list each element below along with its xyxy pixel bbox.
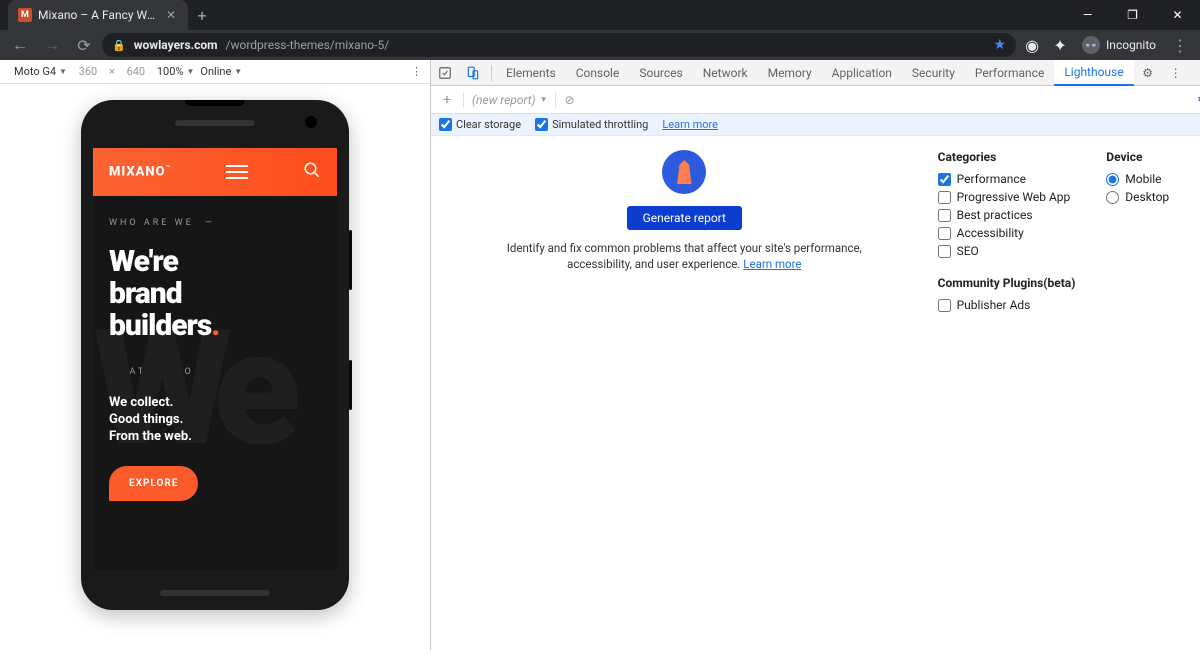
category-accessibility[interactable]: Accessibility: [938, 226, 1071, 240]
headline: We're brand builders.: [109, 246, 321, 341]
tab-sources[interactable]: Sources: [629, 60, 692, 86]
category-performance[interactable]: Performance: [938, 172, 1071, 186]
tab-console[interactable]: Console: [566, 60, 630, 86]
tab-lighthouse[interactable]: Lighthouse: [1054, 60, 1133, 86]
clear-icon[interactable]: ⊘: [564, 93, 574, 107]
lighthouse-logo-icon: [662, 150, 706, 194]
tab-security[interactable]: Security: [902, 60, 965, 86]
device-select[interactable]: Moto G4▼: [14, 65, 67, 78]
minimize-button[interactable]: ―: [1065, 0, 1110, 30]
eyebrow-who: WHO ARE WE —: [109, 218, 321, 228]
maximize-button[interactable]: ❐: [1110, 0, 1155, 30]
zoom-select[interactable]: 100%▼: [157, 65, 195, 78]
plugins-heading: Community Plugins(beta): [938, 276, 1198, 290]
tab-favicon: M: [18, 8, 32, 22]
search-icon[interactable]: [303, 161, 321, 183]
browser-menu-button[interactable]: ⋮: [1166, 31, 1194, 59]
learn-more-link[interactable]: Learn more: [743, 257, 801, 271]
device-toolbar-more[interactable]: ⋮: [411, 65, 422, 78]
subheadline: We collect. Good things. From the web.: [109, 395, 321, 446]
window-controls: ― ❐ ✕: [1065, 0, 1200, 30]
lighthouse-toolbar: + (new report)▼ ⊘ ⚙: [431, 86, 1200, 114]
site-header: MIXANO™: [93, 148, 337, 196]
close-icon[interactable]: ✕: [164, 8, 178, 22]
site-body: We WHO ARE WE — We're brand builders. WH…: [93, 196, 337, 523]
device-viewport-pane: Moto G4▼ 360 × 640 100%▼ Online▼ ⋮ MIXAN…: [0, 60, 430, 650]
dim-x: ×: [109, 65, 115, 78]
browser-titlebar: M Mixano – A Fancy WordPress The ✕ + ― ❐…: [0, 0, 1200, 30]
phone-screen: MIXANO™ We WHO ARE WE — We're brand buil…: [93, 148, 337, 570]
device-height-input[interactable]: 640: [121, 65, 151, 78]
back-button[interactable]: ←: [6, 31, 34, 59]
clear-storage-checkbox[interactable]: Clear storage: [439, 118, 521, 131]
device-mobile[interactable]: Mobile: [1106, 172, 1169, 186]
device-toolbar: Moto G4▼ 360 × 640 100%▼ Online▼ ⋮: [0, 60, 430, 84]
tab-network[interactable]: Network: [693, 60, 758, 86]
devtools-tabs: Elements Console Sources Network Memory …: [431, 60, 1200, 86]
throttle-select[interactable]: Online▼: [200, 65, 242, 78]
lighthouse-description: Identify and fix common problems that af…: [494, 240, 874, 272]
device-desktop[interactable]: Desktop: [1106, 190, 1169, 204]
new-tab-button[interactable]: +: [188, 1, 216, 29]
forward-button[interactable]: →: [38, 31, 66, 59]
incognito-label: Incognito: [1106, 38, 1156, 52]
toggle-device-toolbar-icon[interactable]: [459, 66, 487, 80]
report-select[interactable]: (new report)▼: [472, 93, 547, 107]
browser-tab[interactable]: M Mixano – A Fancy WordPress The ✕: [8, 0, 188, 30]
incognito-indicator: 👓 Incognito: [1082, 36, 1156, 54]
inspect-element-icon[interactable]: [431, 66, 459, 80]
devtools-panel: Elements Console Sources Network Memory …: [430, 60, 1200, 650]
category-pwa[interactable]: Progressive Web App: [938, 190, 1071, 204]
categories-heading: Categories: [938, 150, 1071, 164]
tab-elements[interactable]: Elements: [496, 60, 566, 86]
incognito-icon: 👓: [1082, 36, 1100, 54]
lock-icon: 🔒: [112, 39, 126, 52]
tab-title: Mixano – A Fancy WordPress The: [38, 8, 158, 22]
eyebrow-what: WHAT WE DO —: [109, 367, 321, 377]
url-host: wowlayers.com: [134, 38, 218, 52]
generate-report-button[interactable]: Generate report: [627, 206, 742, 230]
simulated-throttling-checkbox[interactable]: Simulated throttling: [535, 118, 648, 131]
new-report-button[interactable]: +: [439, 92, 455, 108]
url-path: /wordpress-themes/mixano-5/: [226, 38, 390, 52]
tab-performance[interactable]: Performance: [965, 60, 1054, 86]
plugin-publisher-ads[interactable]: Publisher Ads: [938, 298, 1198, 312]
close-window-button[interactable]: ✕: [1155, 0, 1200, 30]
device-area: MIXANO™ We WHO ARE WE — We're brand buil…: [0, 84, 430, 650]
extension-icon[interactable]: ◉: [1020, 33, 1044, 57]
address-bar: ← → ⟳ 🔒 wowlayers.com/wordpress-themes/m…: [0, 30, 1200, 60]
category-seo[interactable]: SEO: [938, 244, 1071, 258]
hamburger-menu-icon[interactable]: [226, 165, 248, 179]
tab-application[interactable]: Application: [822, 60, 902, 86]
tab-memory[interactable]: Memory: [758, 60, 822, 86]
device-heading: Device: [1106, 150, 1169, 164]
options-learn-more-link[interactable]: Learn more: [662, 118, 718, 131]
explore-button[interactable]: EXPLORE: [109, 466, 198, 501]
lighthouse-body: Generate report Identify and fix common …: [431, 136, 1200, 650]
extensions-menu-icon[interactable]: ✦: [1048, 33, 1072, 57]
reload-button[interactable]: ⟳: [70, 31, 98, 59]
url-bar[interactable]: 🔒 wowlayers.com/wordpress-themes/mixano-…: [102, 33, 1016, 57]
device-width-input[interactable]: 360: [73, 65, 103, 78]
devtools-close-icon[interactable]: ✕: [1190, 66, 1200, 80]
site-logo[interactable]: MIXANO™: [109, 164, 171, 179]
phone-frame: MIXANO™ We WHO ARE WE — We're brand buil…: [81, 100, 349, 610]
devtools-settings-icon[interactable]: ⚙: [1134, 66, 1162, 80]
lighthouse-options-bar: Clear storage Simulated throttling Learn…: [431, 114, 1200, 136]
star-icon[interactable]: ★: [993, 37, 1006, 53]
devtools-menu-icon[interactable]: ⋮: [1162, 66, 1190, 80]
category-best-practices[interactable]: Best practices: [938, 208, 1071, 222]
